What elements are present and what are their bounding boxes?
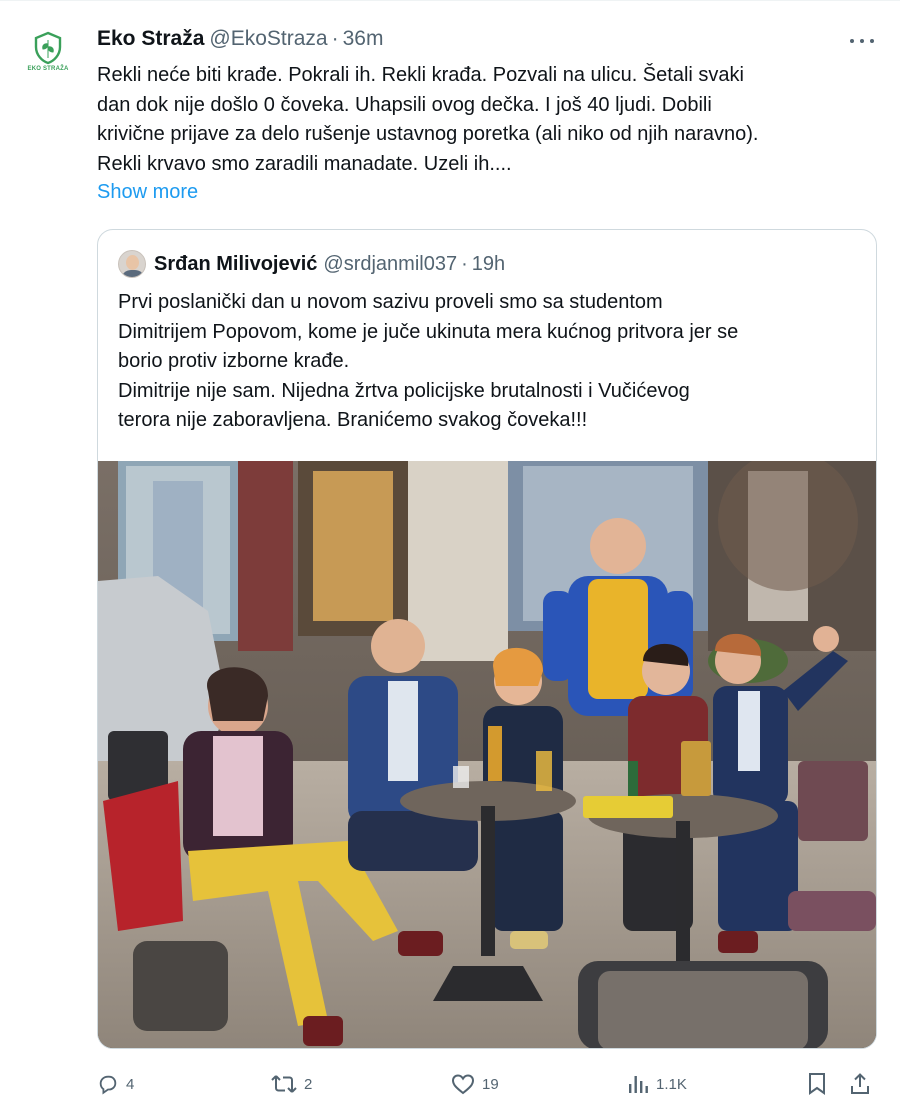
share-icon (851, 1073, 869, 1094)
views-icon (629, 1076, 648, 1093)
quote-author-avatar[interactable] (118, 250, 146, 278)
reply-icon (99, 1075, 117, 1095)
heart-icon (451, 1074, 475, 1095)
cafe-group-photo (98, 461, 876, 1048)
tweet-text: Rekli neće biti krađe. Pokrali ih. Rekli… (97, 64, 759, 175)
reply-button[interactable]: 4 (97, 1067, 134, 1101)
like-button[interactable]: 19 (451, 1067, 499, 1101)
quoted-tweet[interactable]: Srđan Milivojević @srdjanmil037 · 19h Pr… (97, 229, 877, 1049)
author-avatar[interactable]: EKO STRAŽA (24, 27, 72, 75)
quote-time[interactable]: 19h (472, 253, 505, 276)
bookmark-icon (809, 1073, 825, 1095)
views-button[interactable]: 1.1K (627, 1067, 687, 1101)
tweet-actions: 4 2 19 1.1K (97, 1067, 880, 1101)
quote-photo[interactable] (98, 461, 876, 1048)
repost-count: 2 (304, 1075, 313, 1093)
separator-dot: · (331, 27, 339, 50)
tweet-time[interactable]: 36m (343, 27, 384, 51)
tweet-header: Eko Straža @EkoStraza · 36m (97, 27, 383, 53)
quote-separator-dot: · (461, 252, 468, 275)
bookmark-button[interactable] (807, 1067, 827, 1101)
repost-icon (271, 1075, 297, 1093)
views-count: 1.1K (656, 1075, 687, 1093)
quote-author-name[interactable]: Srđan Milivojević (154, 253, 317, 276)
quote-header: Srđan Milivojević @srdjanmil037 · 19h (118, 250, 505, 278)
avatar-logo-text: EKO STRAŽA (27, 65, 69, 72)
quote-author-handle[interactable]: @srdjanmil037 (323, 253, 457, 276)
like-count: 19 (482, 1075, 499, 1093)
show-more-link[interactable]: Show more (97, 181, 198, 204)
share-button[interactable] (849, 1067, 871, 1101)
author-handle[interactable]: @EkoStraza (209, 27, 327, 51)
author-name[interactable]: Eko Straža (97, 27, 204, 51)
quote-text: Prvi poslanički dan u novom sazivu prove… (118, 291, 739, 431)
repost-button[interactable]: 2 (271, 1067, 312, 1101)
tweet[interactable]: EKO STRAŽA Eko Straža @EkoStraza · 36m R… (0, 0, 900, 1117)
reply-count: 4 (126, 1075, 135, 1093)
eko-straza-logo (34, 31, 62, 64)
more-icon[interactable] (850, 31, 874, 51)
